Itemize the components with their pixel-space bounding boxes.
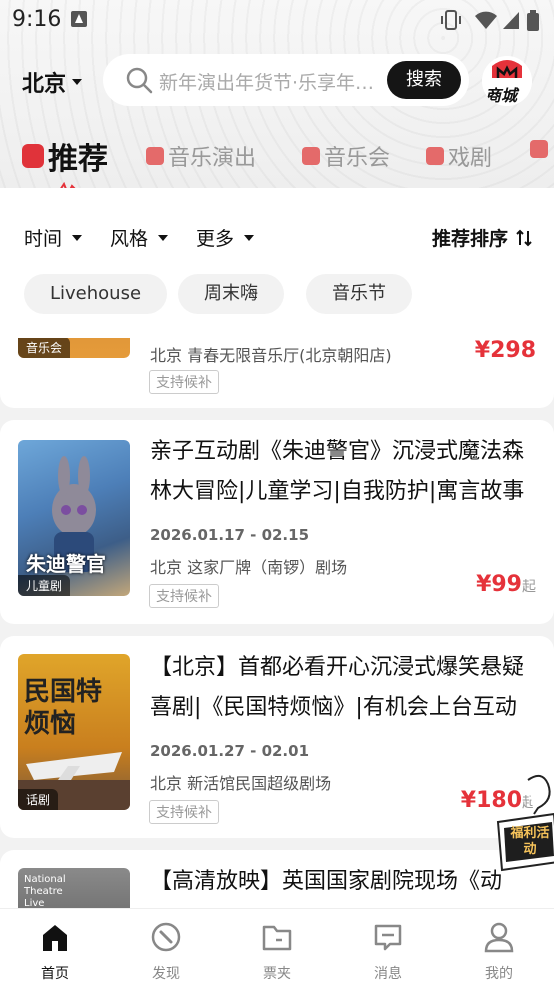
nav-messages-label: 消息 <box>374 966 402 982</box>
waitlist-badge: 支持候补 <box>149 800 219 824</box>
search-icon <box>126 67 153 94</box>
waitlist-badge: 支持候补 <box>149 584 219 608</box>
filter-panel: 时间 风格 更多 推荐排序 Livehouse 周末嗨 音乐节 <box>0 188 554 338</box>
event-card[interactable]: 朱迪警官 儿童剧 亲子互动剧《朱迪警官》沉浸式魔法森林大冒险|儿童学习|自我防护… <box>0 420 554 624</box>
nav-profile[interactable]: 我的 <box>444 909 554 984</box>
promo-label: 福利活动 <box>510 826 550 857</box>
tab-more-partial[interactable] <box>530 140 548 158</box>
event-title: 【北京】首都必看开心沉浸式爆笑悬疑喜剧|《民国特烦恼》|有机会上台互动 <box>150 655 525 720</box>
tab-music-shows[interactable]: 音乐演出 <box>146 140 256 172</box>
search-placeholder: 新年演出年货节·乐享年终狂欢 <box>159 72 389 94</box>
message-icon <box>374 924 402 951</box>
drama-icon <box>426 147 444 165</box>
promo-float-button[interactable]: 福利活动 <box>494 770 554 880</box>
tab-drama[interactable]: 戏剧 <box>426 140 492 172</box>
event-category-tag: 音乐会 <box>18 338 71 358</box>
status-time: 9:16 <box>12 7 62 32</box>
bottom-nav: 首页 发现 票夹 消息 我的 <box>0 908 554 984</box>
city-selector[interactable]: 北京 <box>22 66 83 98</box>
chip-music-festival[interactable]: 音乐节 <box>306 274 412 314</box>
price-value: ¥99 <box>476 572 522 597</box>
home-icon <box>43 925 67 951</box>
tab-recommend[interactable]: 推荐 <box>22 134 108 178</box>
nav-tickets-label: 票夹 <box>263 966 291 982</box>
concert-icon <box>302 147 320 165</box>
waitlist-badge: 支持候补 <box>149 370 219 394</box>
poster-title-text: National Theatre Live <box>24 874 66 909</box>
nav-tickets[interactable]: 票夹 <box>222 909 332 984</box>
sort-selector[interactable]: 推荐排序 <box>432 224 532 251</box>
folder-icon <box>262 925 292 951</box>
chip-weekend[interactable]: 周末嗨 <box>178 274 284 314</box>
search-bar[interactable]: 新年演出年货节·乐享年终狂欢 搜索 <box>103 54 469 106</box>
wifi-icon <box>475 11 497 29</box>
category-tabs: 推荐 音乐演出 音乐会 戏剧 <box>0 130 554 196</box>
tab-label: 音乐会 <box>324 146 391 171</box>
recommend-icon <box>22 144 44 168</box>
filter-more-label: 更多 <box>196 228 235 250</box>
event-date: 2026.01.17 - 02.15 <box>150 526 310 544</box>
vibrate-icon <box>441 10 461 30</box>
status-bar: 9:16 <box>0 0 554 40</box>
filter-time[interactable]: 时间 <box>24 224 83 251</box>
tab-label: 推荐 <box>48 142 108 177</box>
event-title: 【高清放映】英国国家剧院现场《动 <box>150 869 503 894</box>
filter-style-label: 风格 <box>110 228 149 250</box>
mall-button[interactable]: 商城 <box>482 56 532 106</box>
event-date: 2026.01.27 - 02.01 <box>150 742 310 760</box>
user-icon <box>484 922 514 953</box>
nav-home-label: 首页 <box>41 966 69 982</box>
tab-label: 音乐演出 <box>168 146 257 171</box>
event-card[interactable]: 音乐会 北京 青春无限音乐厅(北京朝阳店) 支持候补 ¥298 <box>0 338 554 408</box>
event-category-tag: 儿童剧 <box>18 575 71 596</box>
tab-label: 戏剧 <box>448 146 493 171</box>
event-category-tag: 话剧 <box>18 789 59 810</box>
price-suffix: 起 <box>522 579 536 595</box>
event-title: 亲子互动剧《朱迪警官》沉浸式魔法森林大冒险|儿童学习|自我防护|寓言故事 <box>150 439 525 504</box>
event-venue: 北京 这家厂牌（南锣）剧场 <box>150 558 348 577</box>
filter-more[interactable]: 更多 <box>196 224 255 251</box>
chip-livehouse[interactable]: Livehouse <box>24 274 168 314</box>
compass-icon <box>151 922 181 952</box>
sort-icon <box>516 229 532 246</box>
music-shows-icon <box>146 147 164 165</box>
chevron-down-icon <box>72 79 83 85</box>
event-venue: 北京 新活馆民国超级剧场 <box>150 774 332 793</box>
event-venue: 北京 青春无限音乐厅(北京朝阳店) <box>150 346 392 365</box>
mall-label: 商城 <box>485 86 518 105</box>
event-price: ¥99起 <box>476 572 536 597</box>
poster-title-text: 朱迪警官 <box>26 552 106 576</box>
price-value: ¥298 <box>474 338 536 363</box>
filter-time-label: 时间 <box>24 228 63 250</box>
signal-icon <box>503 12 519 29</box>
more-category-icon <box>530 140 548 158</box>
event-price: ¥298 <box>475 338 536 363</box>
caret-down-icon <box>244 234 255 241</box>
battery-icon <box>527 10 539 31</box>
notification-icon <box>71 11 87 27</box>
tab-concert[interactable]: 音乐会 <box>302 140 390 172</box>
nav-discover-label: 发现 <box>152 966 180 982</box>
event-poster: 音乐会 <box>18 338 130 358</box>
nav-home[interactable]: 首页 <box>0 909 110 984</box>
city-label: 北京 <box>22 72 67 97</box>
event-poster: 民国特烦恼 话剧 <box>18 654 130 810</box>
caret-down-icon <box>72 234 83 241</box>
caret-down-icon <box>158 234 169 241</box>
nav-profile-label: 我的 <box>485 966 513 982</box>
promo-badge-icon <box>496 774 554 872</box>
filter-style[interactable]: 风格 <box>110 224 169 251</box>
event-card[interactable]: 民国特烦恼 话剧 【北京】首都必看开心沉浸式爆笑悬疑喜剧|《民国特烦恼》|有机会… <box>0 636 554 838</box>
nav-messages[interactable]: 消息 <box>333 909 443 984</box>
nav-discover[interactable]: 发现 <box>111 909 221 984</box>
poster-title-text: 民国特烦恼 <box>24 677 103 739</box>
sort-label: 推荐排序 <box>431 228 508 250</box>
search-button[interactable]: 搜索 <box>387 61 461 99</box>
event-poster: 朱迪警官 儿童剧 <box>18 440 130 596</box>
